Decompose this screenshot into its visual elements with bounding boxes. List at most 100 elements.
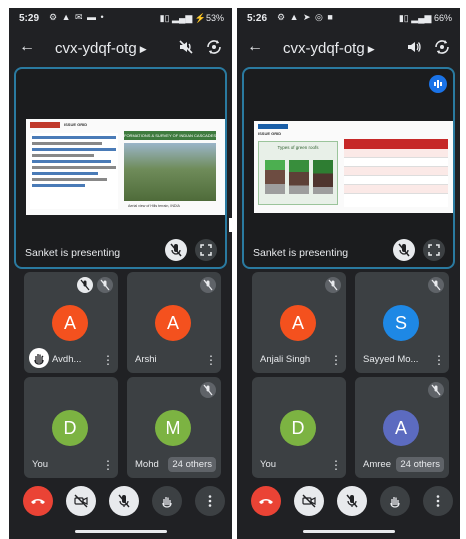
- others-count-badge[interactable]: 24 others: [396, 457, 444, 472]
- mic-off-icon: [77, 277, 93, 293]
- battery-level: 66%: [433, 13, 452, 23]
- meeting-code[interactable]: cvx-ydqf-otg ▶: [55, 40, 147, 57]
- shared-slide: ISSUE GRID Types of green roofs: [254, 121, 453, 213]
- avatar: A: [52, 305, 88, 341]
- participant-tile[interactable]: D You ⋮: [24, 377, 118, 478]
- camera-off-button[interactable]: [66, 486, 96, 516]
- status-time: 5:29: [19, 13, 40, 24]
- hang-up-button[interactable]: [23, 486, 53, 516]
- meet-screen-right: 5:26 ⚙ ▲ ➤ ◎ ■ ▮▯ ▂▄▆ 66% ← cvx-ydqf-otg…: [237, 8, 460, 539]
- participant-tile[interactable]: S Sayyed Mo... ⋮: [355, 272, 449, 373]
- mic-off-icon: [97, 277, 113, 293]
- back-arrow-icon[interactable]: ←: [247, 38, 263, 56]
- participant-tile[interactable]: A Anjali Singh ⋮: [252, 272, 346, 373]
- signal-battery: ▮▯ ▂▄▆ 66%: [398, 13, 452, 23]
- app-bar: ← cvx-ydqf-otg ▶: [9, 32, 232, 64]
- signal-battery: ▮▯ ▂▄▆ ⚡53%: [159, 13, 224, 23]
- more-vert-icon[interactable]: ⋮: [102, 354, 114, 366]
- participant-tile[interactable]: A Arshi ⋮: [127, 272, 221, 373]
- participant-name: Sayyed Mo...: [363, 354, 419, 365]
- status-bar: 5:29 ⚙ ▲ ✉ ▬ • ▮▯ ▂▄▆ ⚡53%: [9, 8, 232, 28]
- app-bar: ← cvx-ydqf-otg ▶: [237, 32, 460, 64]
- participant-name: You: [260, 459, 277, 470]
- home-indicator: [303, 530, 395, 533]
- status-time: 5:26: [247, 13, 268, 24]
- mic-off-button[interactable]: [109, 486, 139, 516]
- slide-text-block: [30, 133, 118, 209]
- mic-off-icon: [428, 277, 444, 293]
- mic-off-icon: [393, 239, 415, 261]
- slide-landscape-image: [124, 143, 216, 201]
- split-divider-handle[interactable]: [229, 218, 233, 232]
- notification-icons: ⚙ ▲ ➤ ◎ ■: [277, 12, 334, 22]
- speaker-icon[interactable]: [406, 39, 422, 55]
- camera-flip-icon[interactable]: [205, 38, 223, 56]
- more-options-button[interactable]: [423, 486, 453, 516]
- slide-header: ISSUE GRID: [64, 122, 88, 127]
- notification-icons: ⚙ ▲ ✉ ▬ •: [49, 12, 105, 22]
- raise-hand-button[interactable]: [152, 486, 182, 516]
- presentation-tile[interactable]: ISSUE GRID Types of green roofs Sanket i…: [242, 67, 455, 269]
- hang-up-button[interactable]: [251, 486, 281, 516]
- chevron-right-icon: ▶: [139, 43, 147, 54]
- participant-name: You: [32, 459, 49, 470]
- participant-name: Arshi: [135, 354, 157, 365]
- fullscreen-icon[interactable]: [195, 239, 217, 261]
- chevron-right-icon: ▶: [367, 43, 375, 54]
- shared-slide: ISSUE GRID FORMATIONS & SURVEY OF INDIAN…: [26, 119, 225, 215]
- fullscreen-icon[interactable]: [423, 239, 445, 261]
- participant-tile[interactable]: A Avdh... ⋮: [24, 272, 118, 373]
- participant-tile[interactable]: M Mohd 24 others: [127, 377, 221, 478]
- more-vert-icon[interactable]: ⋮: [330, 354, 342, 366]
- avatar: D: [280, 410, 316, 446]
- status-bar: 5:26 ⚙ ▲ ➤ ◎ ■ ▮▯ ▂▄▆ 66%: [237, 8, 460, 28]
- back-arrow-icon[interactable]: ←: [19, 38, 35, 56]
- more-vert-icon[interactable]: ⋮: [330, 459, 342, 471]
- participant-name: Mohd: [135, 459, 159, 470]
- others-count-badge[interactable]: 24 others: [168, 457, 216, 472]
- raised-hand-icon: [29, 348, 49, 368]
- participant-tile[interactable]: A Amree 24 others: [355, 377, 449, 478]
- meet-screen-left: 5:29 ⚙ ▲ ✉ ▬ • ▮▯ ▂▄▆ ⚡53% ← cvx-ydqf-ot…: [9, 8, 232, 539]
- participant-tile[interactable]: D You ⋮: [252, 377, 346, 478]
- speaking-indicator-icon: [429, 75, 447, 93]
- mic-off-icon: [165, 239, 187, 261]
- avatar: D: [52, 410, 88, 446]
- avatar: A: [155, 305, 191, 341]
- audio-off-icon[interactable]: [178, 39, 194, 55]
- mic-off-icon: [325, 277, 341, 293]
- slide-header: ISSUE GRID: [258, 131, 282, 136]
- slide-diagram: Types of green roofs: [258, 141, 338, 205]
- camera-flip-icon[interactable]: [433, 38, 451, 56]
- slide-caption: Aerial view of Hills terrain, INDIA: [128, 204, 180, 208]
- more-vert-icon[interactable]: ⋮: [102, 459, 114, 471]
- mic-off-icon: [200, 277, 216, 293]
- battery-level: 53%: [205, 13, 224, 23]
- presenter-label: Sanket is presenting: [25, 247, 121, 259]
- presenter-label: Sanket is presenting: [253, 247, 349, 259]
- home-indicator: [75, 530, 167, 533]
- avatar: A: [383, 410, 419, 446]
- more-vert-icon[interactable]: ⋮: [433, 354, 445, 366]
- camera-off-button[interactable]: [294, 486, 324, 516]
- participant-name: Avdh...: [52, 354, 82, 365]
- slide-title: FORMATIONS & SURVEY OF INDIAN CASCADES: [124, 131, 216, 140]
- mic-off-icon: [200, 382, 216, 398]
- more-vert-icon[interactable]: ⋮: [205, 354, 217, 366]
- participant-name: Amree: [363, 459, 391, 470]
- participant-name: Anjali Singh: [260, 354, 311, 365]
- avatar: A: [280, 305, 316, 341]
- avatar: M: [155, 410, 191, 446]
- mic-off-button[interactable]: [337, 486, 367, 516]
- meeting-code-text: cvx-ydqf-otg: [55, 40, 137, 57]
- more-options-button[interactable]: [195, 486, 225, 516]
- slide-logo: [258, 124, 288, 129]
- call-controls: [237, 486, 460, 518]
- meeting-code-text: cvx-ydqf-otg: [283, 40, 365, 57]
- presentation-tile[interactable]: ISSUE GRID FORMATIONS & SURVEY OF INDIAN…: [14, 67, 227, 269]
- mic-off-icon: [428, 382, 444, 398]
- slide-table: [344, 139, 448, 207]
- call-controls: [9, 486, 232, 518]
- raise-hand-button[interactable]: [380, 486, 410, 516]
- meeting-code[interactable]: cvx-ydqf-otg ▶: [283, 40, 375, 57]
